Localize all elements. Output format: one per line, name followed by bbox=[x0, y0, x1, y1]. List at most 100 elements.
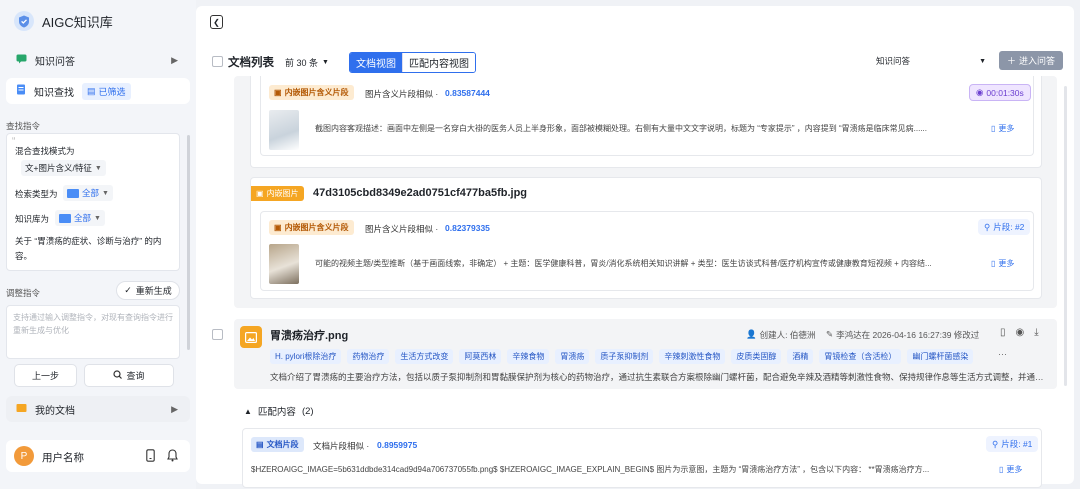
similarity-label: 文档片段相似 · bbox=[313, 441, 370, 451]
type-select[interactable]: 全部 ▼ bbox=[63, 185, 113, 201]
sidebar-scrollbar[interactable] bbox=[187, 135, 190, 350]
doc-summary: 文档介绍了胃溃疡的主要治疗方法，包括以质子泵抑制剂和胃黏膜保护剂为核心的药物治疗… bbox=[270, 372, 1046, 382]
image-file-icon bbox=[240, 326, 262, 348]
sidebar-item-search[interactable]: 知识查找 ▤ 已筛选 bbox=[6, 78, 190, 104]
similarity-value: 0.82379335 bbox=[445, 223, 490, 233]
keyword-tag[interactable]: 幽门螺杆菌感染 bbox=[907, 349, 974, 364]
doc-list-title: 文档列表 bbox=[228, 57, 274, 69]
chevron-right-icon: ▶ bbox=[171, 404, 178, 414]
kb-select[interactable]: 全部 ▼ bbox=[55, 210, 105, 226]
image-thumbnail[interactable] bbox=[269, 110, 299, 150]
main-scrollbar[interactable] bbox=[1064, 86, 1067, 386]
keyword-tag[interactable]: 药物治疗 bbox=[347, 349, 390, 364]
creator: 👤 创建人: 伯德洲 bbox=[746, 329, 816, 340]
folder-icon bbox=[59, 213, 71, 223]
keyword-tag[interactable]: 质子泵抑制剂 bbox=[595, 349, 654, 364]
sidebar-item-my-docs[interactable]: 我的文档 ▶ bbox=[6, 396, 190, 422]
plus-icon: ＋ bbox=[1006, 56, 1016, 66]
result-card: ▣ 内嵌图片含义片段 图片含义片段相似 · 0.83587444 ◉ 00:01:3… bbox=[250, 76, 1042, 168]
folder-icon bbox=[16, 403, 27, 416]
chevron-right-icon: ▶ bbox=[171, 55, 178, 65]
kb-label: 知识库为 bbox=[15, 214, 50, 224]
keyword-tag[interactable]: 阿莫西林 bbox=[459, 349, 502, 364]
more-keywords-icon[interactable]: ··· bbox=[998, 349, 1007, 359]
embedded-image-tag: ▣ 内嵌图片 bbox=[251, 186, 304, 201]
download-icon[interactable]: ⤓ bbox=[1034, 327, 1038, 338]
app-logo: AIGC知识库 bbox=[14, 11, 113, 31]
filtered-badge[interactable]: ▤ 已筛选 bbox=[82, 82, 131, 100]
more-link[interactable]: ▯ 更多 bbox=[991, 258, 1014, 269]
sidebar: AIGC知识库 知识问答 ▶ 知识查找 ▤ 已筛选 查找指令 “ 混合查找模式为 … bbox=[0, 0, 196, 489]
qa-select[interactable]: 知识问答 ▼ bbox=[874, 52, 988, 70]
user-panel: P 用户名称 bbox=[6, 440, 190, 472]
more-link[interactable]: ▯ 更多 bbox=[999, 464, 1022, 475]
user-name: 用户名称 bbox=[42, 452, 84, 464]
main-panel: ❮ 文档列表 前 30 条 ▼ 文档视图 匹配内容视图 知识问答 ▼ ＋进入问答 ▣… bbox=[196, 6, 1074, 488]
prev-step-button[interactable]: 上一步 bbox=[14, 364, 77, 387]
tab-doc-view[interactable]: 文档视图 bbox=[350, 53, 402, 72]
segment-badge[interactable]: ⚲ 片段: #1 bbox=[986, 436, 1039, 452]
tab-match-view[interactable]: 匹配内容视图 bbox=[402, 53, 475, 72]
phone-icon[interactable] bbox=[146, 449, 155, 465]
keyword-tag[interactable]: H. pylori根除治疗 bbox=[270, 349, 342, 364]
play-icon: ◉ bbox=[976, 87, 984, 97]
type-label: 检索类型为 bbox=[15, 189, 58, 199]
sidebar-item-qa[interactable]: 知识问答 ▶ bbox=[6, 47, 190, 73]
results-group: ▣ 内嵌图片含义片段 图片含义片段相似 · 0.83587444 ◉ 00:01:3… bbox=[234, 76, 1057, 308]
keyword-tag[interactable]: 胃镜检查（含活检） bbox=[819, 349, 902, 364]
adjust-command-label: 调整指令 bbox=[6, 288, 41, 298]
sidebar-item-label: 知识问答 bbox=[35, 56, 75, 68]
more-link[interactable]: ▯ 更多 bbox=[991, 123, 1014, 134]
doc-icon: ▯ bbox=[999, 465, 1004, 474]
image-thumbnail[interactable] bbox=[269, 244, 299, 284]
select-all-checkbox[interactable] bbox=[212, 56, 223, 67]
enter-qa-button[interactable]: ＋进入问答 bbox=[999, 51, 1063, 70]
search-icon bbox=[113, 370, 123, 381]
collapse-sidebar-icon[interactable]: ❮ bbox=[210, 15, 223, 29]
result-card: ▣ 内嵌图片 47d3105cbd8349e2ad0751cf477ba5fb.j… bbox=[250, 177, 1042, 299]
shield-icon bbox=[14, 11, 34, 31]
eye-icon[interactable]: ◉ bbox=[1016, 327, 1025, 338]
chat-icon bbox=[16, 54, 27, 67]
file-name[interactable]: 47d3105cbd8349e2ad0751cf477ba5fb.jpg bbox=[313, 187, 527, 199]
timestamp-badge[interactable]: ◉ 00:01:30s bbox=[969, 84, 1031, 101]
doc-title[interactable]: 胃溃疡治疗.png bbox=[270, 327, 348, 343]
adjust-command-input[interactable]: 支持通过输入调整指令，对现有查询指令进行重新生成与优化 bbox=[6, 305, 180, 359]
doc-row[interactable]: 胃溃疡治疗.png 👤 创建人: 伯德洲 ✎ 李鸿达在 2026-04-16 16:… bbox=[234, 319, 1057, 389]
match-content-toggle[interactable]: ▲ 匹配内容 (2) bbox=[244, 404, 314, 419]
sidebar-item-label: 知识查找 bbox=[34, 87, 74, 99]
keyword-tag[interactable]: 辛辣刺激性食物 bbox=[659, 349, 726, 364]
image-icon: ▣ bbox=[274, 88, 282, 97]
doc-checkbox[interactable] bbox=[212, 329, 223, 340]
doc-segment-tag: ▤ 文档片段 bbox=[251, 437, 304, 452]
keyword-tag[interactable]: 皮质类固醇 bbox=[731, 349, 782, 364]
match-snippet-card[interactable]: ▤ 文档片段 文档片段相似 · 0.8959975 ⚲ 片段: #1 $HZEROA… bbox=[242, 428, 1042, 488]
doc-icon: ▯ bbox=[991, 259, 996, 268]
avatar[interactable]: P bbox=[14, 446, 34, 466]
folder-icon bbox=[67, 188, 79, 198]
keyword-tag[interactable]: 胃溃疡 bbox=[555, 349, 590, 364]
query-button[interactable]: 查询 bbox=[84, 364, 174, 387]
keyword-tag[interactable]: 生活方式改变 bbox=[395, 349, 454, 364]
match-snippet-card[interactable]: ▣ 内嵌图片含义片段 图片含义片段相似 · 0.82379335 ⚲ 片段: #2 … bbox=[260, 211, 1034, 291]
regenerate-button[interactable]: ✓ 重新生成 bbox=[116, 281, 180, 300]
keyword-tag[interactable]: 酒精 bbox=[787, 349, 814, 364]
chevron-down-icon: ▼ bbox=[102, 189, 109, 197]
mix-mode-select[interactable]: 文+图片含义/特征 ▼ bbox=[21, 160, 106, 176]
mix-mode-label: 混合查找模式为 bbox=[15, 146, 75, 156]
chevron-down-icon: ▼ bbox=[94, 214, 101, 222]
image-meaning-tag: ▣ 内嵌图片含义片段 bbox=[269, 220, 354, 235]
view-toggle[interactable]: 文档视图 匹配内容视图 bbox=[349, 52, 476, 73]
match-snippet-card[interactable]: ▣ 内嵌图片含义片段 图片含义片段相似 · 0.83587444 ◉ 00:01:3… bbox=[260, 76, 1034, 156]
search-command-box[interactable]: “ 混合查找模式为 文+图片含义/特征 ▼ 检索类型为 全部 ▼ 知识库为 全部 ▼ … bbox=[6, 133, 180, 271]
chevron-down-icon: ▼ bbox=[94, 164, 102, 172]
image-meaning-tag: ▣ 内嵌图片含义片段 bbox=[269, 85, 354, 100]
top-n-select[interactable]: 前 30 条 ▼ bbox=[285, 56, 329, 69]
bell-icon[interactable] bbox=[167, 449, 178, 465]
keyword-tag[interactable]: 辛辣食物 bbox=[507, 349, 550, 364]
location-icon: ⚲ bbox=[992, 438, 999, 449]
app-title: AIGC知识库 bbox=[42, 14, 113, 30]
modified-info: ✎ 李鸿达在 2026-04-16 16:27:39 修改过 bbox=[826, 329, 980, 340]
copy-icon[interactable]: ▯ bbox=[1000, 327, 1006, 338]
segment-badge[interactable]: ⚲ 片段: #2 bbox=[978, 219, 1031, 235]
